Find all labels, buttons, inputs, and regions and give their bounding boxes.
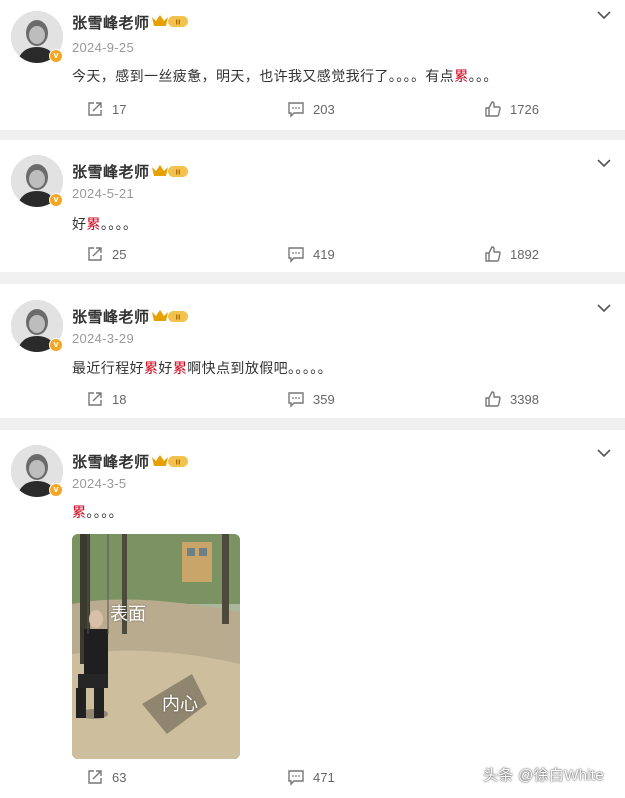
author-name[interactable]: 张雪峰老师 [72, 451, 150, 472]
crown-badge-icon: II [152, 15, 188, 27]
post-text-part: 好 [72, 216, 87, 232]
post-text-part: 啊快点到放假吧。。。。。 [187, 360, 333, 376]
comment-icon [288, 770, 304, 786]
post-card: v 张雪峰老师 II 2024-3-5 累。。。。 表面 内心 63 471 [0, 430, 625, 798]
share-count: 25 [112, 246, 127, 262]
crown-badge-icon: II [152, 455, 188, 467]
like-button[interactable]: 3398 [484, 387, 539, 411]
image-label-bottom: 内心 [162, 694, 198, 715]
share-icon [88, 247, 102, 261]
author-name[interactable]: 张雪峰老师 [72, 12, 150, 33]
verified-badge-icon: v [49, 483, 63, 497]
author-name[interactable]: 张雪峰老师 [72, 161, 150, 182]
comment-count: 359 [313, 391, 335, 407]
verified-badge-icon: v [49, 193, 63, 207]
like-icon [485, 391, 501, 407]
action-bar: 17 203 1726 [0, 97, 625, 121]
comment-icon [288, 102, 304, 118]
action-bar: 18 359 3398 [0, 387, 625, 411]
post-text-part: 好 [158, 360, 173, 376]
post-text: 好累。。。。 [72, 214, 137, 234]
comment-button[interactable]: 471 [287, 765, 335, 789]
crown-badge-icon: II [152, 310, 188, 322]
highlight-keyword[interactable]: 累 [144, 360, 158, 376]
highlight-keyword[interactable]: 累 [454, 68, 468, 84]
like-icon [485, 246, 501, 262]
author-name[interactable]: 张雪峰老师 [72, 306, 150, 327]
post-date[interactable]: 2024-5-21 [72, 186, 134, 201]
comment-button[interactable]: 419 [287, 242, 335, 266]
share-button[interactable]: 18 [86, 387, 126, 411]
verified-badge-icon: v [49, 338, 63, 352]
post-text: 累。。。。 [72, 502, 123, 522]
share-count: 63 [112, 769, 127, 785]
svg-text:II: II [175, 19, 180, 27]
share-count: 17 [112, 101, 127, 117]
post-text: 今天，感到一丝疲惫，明天，也许我又感觉我行了。。。。有点累。。。 [72, 66, 498, 86]
verified-badge-icon: v [49, 49, 63, 63]
like-count: 1726 [510, 101, 539, 117]
highlight-keyword[interactable]: 累 [86, 216, 100, 232]
svg-text:II: II [175, 459, 180, 467]
post-card: v 张雪峰老师 II 2024-9-25 今天，感到一丝疲惫，明天，也许我又感觉… [0, 0, 625, 130]
comment-icon [288, 392, 304, 408]
image-label-top: 表面 [110, 604, 146, 625]
highlight-keyword[interactable]: 累 [173, 360, 187, 376]
chevron-down-icon[interactable] [597, 10, 611, 20]
like-icon [485, 101, 501, 117]
highlight-keyword[interactable]: 累 [72, 504, 86, 520]
share-button[interactable]: 63 [86, 765, 126, 789]
chevron-down-icon[interactable] [597, 158, 611, 168]
share-button[interactable]: 17 [86, 97, 126, 121]
post-text-part: 最近行程好 [72, 360, 144, 376]
comment-count: 419 [313, 246, 335, 262]
post-text: 最近行程好累好累啊快点到放假吧。。。。。 [72, 358, 332, 378]
crown-badge-icon: II [152, 165, 188, 177]
like-button[interactable]: 1892 [484, 242, 539, 266]
comment-button[interactable]: 203 [287, 97, 335, 121]
svg-text:II: II [175, 314, 180, 322]
comment-count: 203 [313, 101, 335, 117]
svg-text:II: II [175, 169, 180, 177]
post-date[interactable]: 2024-9-25 [72, 40, 134, 55]
like-count: 3398 [510, 391, 539, 407]
chevron-down-icon[interactable] [597, 448, 611, 458]
watermark: 头条 @徐白White [483, 767, 605, 784]
share-button[interactable]: 25 [86, 242, 126, 266]
comment-count: 471 [313, 769, 335, 785]
post-date[interactable]: 2024-3-29 [72, 331, 134, 346]
post-text-part: 。。。 [468, 68, 498, 84]
post-text-part: 。。。。 [100, 216, 138, 232]
like-button[interactable]: 1726 [484, 97, 539, 121]
post-text-part: 。。。。 [86, 504, 124, 520]
post-card: v 张雪峰老师 II 2024-5-21 好累。。。。 25 419 1892 [0, 140, 625, 272]
comment-icon [288, 247, 304, 263]
action-bar: 25 419 1892 [0, 242, 625, 266]
share-count: 18 [112, 391, 127, 407]
share-icon [88, 770, 102, 784]
share-icon [88, 392, 102, 406]
share-icon [88, 102, 102, 116]
post-card: v 张雪峰老师 II 2024-3-29 最近行程好累好累啊快点到放假吧。。。。… [0, 284, 625, 418]
chevron-down-icon[interactable] [597, 303, 611, 313]
comment-button[interactable]: 359 [287, 387, 335, 411]
post-date[interactable]: 2024-3-5 [72, 476, 126, 491]
post-text-part: 今天，感到一丝疲惫，明天，也许我又感觉我行了。。。。有点 [72, 68, 455, 84]
like-count: 1892 [510, 246, 539, 262]
post-image[interactable]: 表面 内心 [72, 534, 240, 759]
